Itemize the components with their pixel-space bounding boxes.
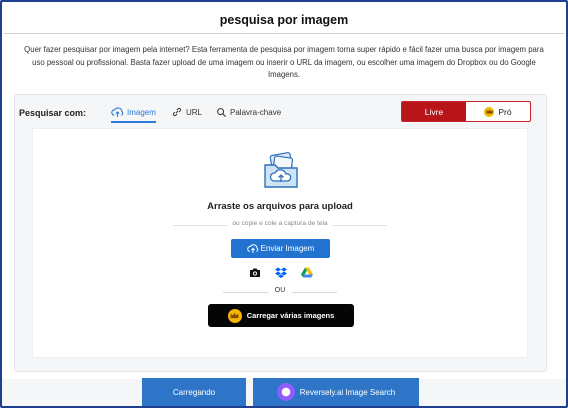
reversely-search-label: Reversely.ai Image Search: [299, 387, 396, 397]
title-divider: [4, 33, 564, 34]
search-with-label: Pesquisar com:: [19, 108, 87, 118]
cloud-upload-icon: [111, 106, 124, 117]
dropbox-icon[interactable]: [275, 267, 287, 278]
tab-keyword[interactable]: Palavra-chave: [216, 103, 281, 121]
plan-pro-button[interactable]: Pró: [466, 102, 530, 121]
paste-hint: ou copie e cole a captura de tela: [227, 220, 333, 227]
drag-files-text: Arraste os arquivos para upload: [207, 201, 353, 212]
camera-icon[interactable]: [249, 267, 261, 278]
crown-icon: [227, 308, 242, 323]
upload-multiple-button[interactable]: Carregar várias imagens: [208, 304, 354, 327]
reversely-search-button[interactable]: Reversely.ai Image Search: [253, 378, 419, 406]
tab-image-label: Imagem: [127, 107, 156, 117]
page-title: pesquisa por imagem: [219, 13, 349, 27]
reversely-logo-icon: [276, 383, 295, 401]
upload-dropzone[interactable]: Arraste os arquivos para upload ou copie…: [32, 128, 528, 358]
search-icon: [217, 107, 227, 117]
cloud-upload-icon: [246, 243, 258, 253]
link-icon: [172, 107, 182, 117]
crown-icon: [484, 106, 495, 117]
image-folder-upload-icon: [264, 152, 298, 188]
send-image-label: Enviar Imagem: [260, 244, 315, 253]
plan-pro-label: Pró: [498, 106, 512, 117]
tab-image[interactable]: Imagem: [111, 103, 156, 123]
upload-multiple-label: Carregar várias imagens: [246, 311, 335, 320]
loading-button[interactable]: Carregando: [142, 378, 246, 406]
tab-url[interactable]: URL: [171, 103, 202, 121]
google-drive-icon[interactable]: [301, 267, 313, 278]
upload-sources: [249, 266, 313, 278]
or-divider: OU: [223, 287, 337, 297]
tab-url-label: URL: [186, 107, 203, 117]
send-image-button[interactable]: Enviar Imagem: [231, 239, 330, 258]
plan-toggle: Livre Pró: [401, 101, 531, 122]
search-panel: Pesquisar com: Imagem URL Palavra-chave …: [14, 94, 547, 372]
plan-free-button[interactable]: Livre: [402, 102, 466, 121]
page-description: Quer fazer pesquisar por imagem pela int…: [24, 45, 544, 79]
page-frame: pesquisa por imagem Quer fazer pesquisar…: [0, 0, 568, 408]
or-text: OU: [268, 287, 292, 294]
paste-divider: ou copie e cole a captura de tela: [173, 220, 387, 230]
tab-keyword-label: Palavra-chave: [230, 107, 282, 117]
